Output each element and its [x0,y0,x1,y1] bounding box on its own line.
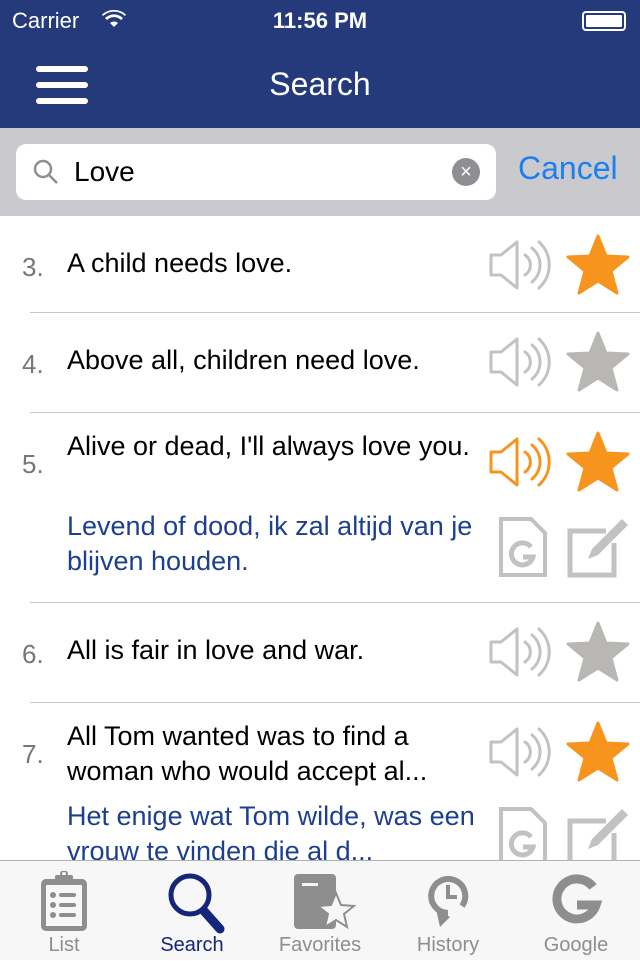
tab-label: History [416,934,480,956]
tab-label: List [48,934,80,956]
translation-text: Het enige wat Tom wilde, was een vrouw t… [67,801,475,866]
tab-label: Search [160,934,224,956]
speaker-icon[interactable] [488,435,552,494]
favorite-star-icon[interactable] [566,721,630,788]
tab-google[interactable]: Google [512,861,640,961]
magnifier-icon [168,873,225,934]
tab-bar: List Search Favorites History Google [0,860,640,960]
list-item[interactable]: 7. All Tom wanted was to find a woman wh… [0,703,640,873]
search-icon [33,159,58,184]
google-g-icon [552,874,602,924]
book-star-icon [294,874,356,930]
sentence-text: All is fair in love and war. [67,635,365,665]
list-item[interactable]: 6. All is fair in love and war. [0,603,640,703]
favorite-star-icon[interactable] [566,431,630,498]
search-input[interactable] [74,152,444,192]
status-bar: Carrier 11:56 PM [0,0,640,40]
battery-icon [582,11,626,31]
edit-icon[interactable] [566,517,630,584]
cancel-button[interactable]: Cancel [518,150,618,187]
item-number: 3. [22,252,44,282]
tab-list[interactable]: List [0,861,128,961]
favorite-star-icon[interactable] [566,331,630,398]
tab-history[interactable]: History [384,861,512,961]
translation-text: Levend of dood, ik zal altijd van je bli… [67,511,473,576]
speaker-icon[interactable] [488,625,552,684]
sentence-text: All Tom wanted was to find a woman who w… [67,721,428,786]
item-number: 7. [22,739,44,769]
favorite-star-icon[interactable] [566,234,630,301]
tab-search[interactable]: Search [128,861,256,961]
sentence-text: Above all, children need love. [67,345,420,375]
list-item[interactable]: 3. A child needs love. [0,216,640,313]
nav-bar: Search [0,40,640,128]
tab-label: Google [543,934,609,956]
page-title: Search [269,66,371,102]
search-bar: × Cancel [0,128,640,216]
clear-search-button[interactable]: × [452,158,480,186]
favorite-star-icon[interactable] [566,621,630,688]
speaker-icon[interactable] [488,725,552,784]
item-number: 4. [22,349,44,379]
speaker-icon[interactable] [488,238,552,297]
list-item[interactable]: 5. Alive or dead, I'll always love you. … [0,413,640,603]
list-item[interactable]: 4. Above all, children need love. [0,313,640,413]
tab-favorites[interactable]: Favorites [256,861,384,961]
clock-history-icon [428,876,469,927]
tab-label: Favorites [278,934,362,956]
clock: 11:56 PM [272,8,368,33]
sentence-text: Alive or dead, I'll always love you. [67,431,470,461]
item-number: 5. [22,449,44,479]
google-translate-icon[interactable] [497,517,547,584]
search-field[interactable]: × [16,144,496,200]
speaker-icon[interactable] [488,335,552,394]
sentence-text: A child needs love. [67,248,293,278]
item-number: 6. [22,639,44,669]
clipboard-list-icon [41,871,87,931]
